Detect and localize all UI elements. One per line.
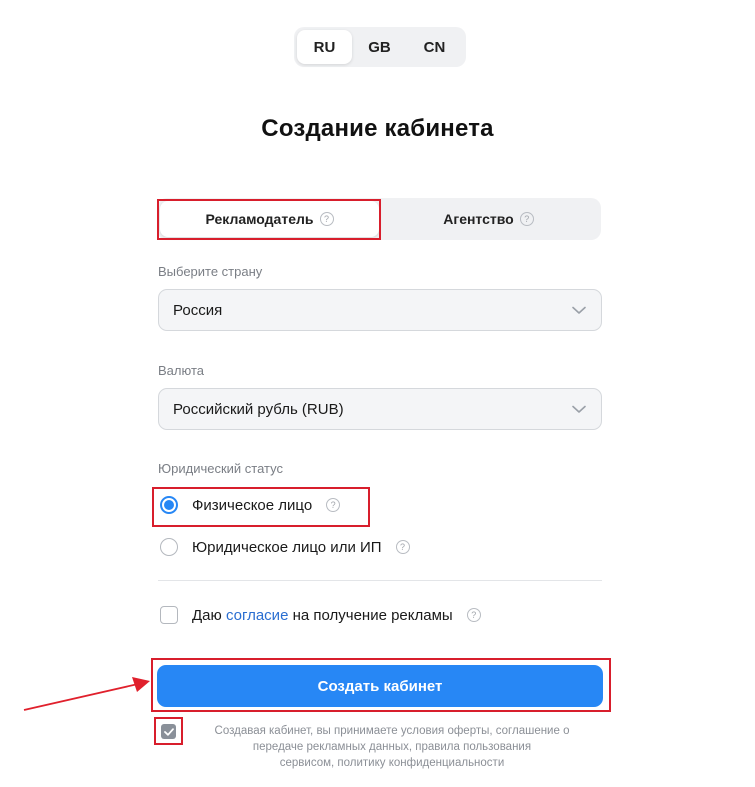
radio-legal-entity-label: Юридическое лицо или ИП: [192, 538, 382, 556]
country-value: Россия: [173, 301, 223, 319]
chevron-down-icon: [571, 401, 587, 417]
terms-line-2: передаче рекламных данных, правила польз…: [252, 741, 532, 753]
ad-consent-text: Даю согласие на получение рекламы: [192, 607, 453, 624]
help-icon[interactable]: ?: [395, 540, 410, 554]
terms-line-3: сервисом, политику конфиденциальности: [279, 757, 505, 769]
consent-prefix: Даю: [192, 606, 222, 624]
consent-suffix: на получение рекламы: [292, 606, 453, 624]
help-icon[interactable]: ?: [519, 212, 534, 226]
help-icon[interactable]: ?: [466, 608, 481, 622]
divider: [158, 580, 602, 581]
country-label: Выберите страну: [158, 264, 263, 279]
lang-option-ru[interactable]: RU: [297, 30, 352, 64]
highlight-box-individual: [152, 487, 370, 527]
lang-option-cn[interactable]: CN: [407, 30, 462, 64]
highlight-box-submit: [151, 658, 611, 712]
tab-agency[interactable]: Агентство ?: [379, 201, 598, 237]
country-select[interactable]: Россия: [158, 289, 602, 331]
ad-consent-row: Даю согласие на получение рекламы ?: [160, 606, 481, 624]
highlight-box-advertiser-tab: [157, 199, 381, 240]
tab-agency-label: Агентство: [443, 211, 514, 227]
radio-button-unchecked[interactable]: [160, 538, 178, 556]
currency-label: Валюта: [158, 363, 204, 378]
highlight-box-terms-checkbox: [154, 717, 183, 745]
currency-select[interactable]: Российский рубль (RUB): [158, 388, 602, 430]
arrow-annotation-icon: [23, 677, 150, 711]
consent-link[interactable]: согласие: [226, 607, 288, 624]
terms-line-1: Создавая кабинет, вы принимаете условия …: [214, 725, 570, 737]
legal-status-label: Юридический статус: [158, 461, 284, 476]
page-title: Создание кабинета: [261, 115, 494, 142]
chevron-down-icon: [571, 302, 587, 318]
terms-text: Создавая кабинет, вы принимаете условия …: [186, 723, 598, 771]
currency-value: Российский рубль (RUB): [173, 400, 344, 418]
radio-legal-entity[interactable]: Юридическое лицо или ИП ?: [160, 538, 410, 556]
ad-consent-checkbox[interactable]: [160, 606, 178, 624]
language-switcher: RU GB CN: [294, 27, 466, 67]
lang-option-gb[interactable]: GB: [352, 30, 407, 64]
